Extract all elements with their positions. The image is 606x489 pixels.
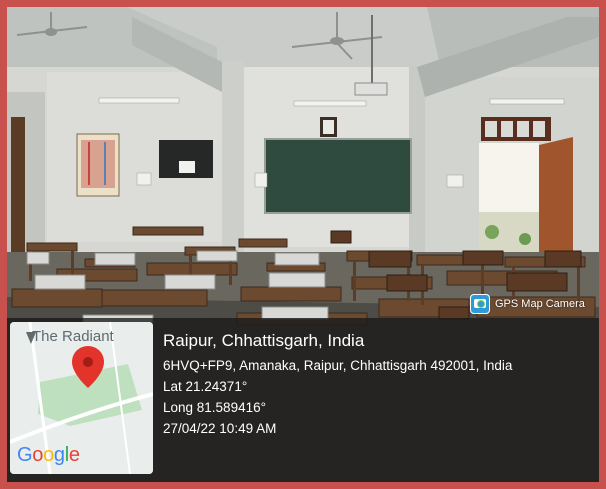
gps-map-camera-badge: GPS Map Camera bbox=[470, 294, 585, 314]
location-timestamp: 27/04/22 10:49 AM bbox=[163, 421, 277, 436]
map-place-label: The Radiant bbox=[32, 328, 114, 345]
location-address: 6HVQ+FP9, Amanaka, Raipur, Chhattisgarh … bbox=[163, 358, 513, 373]
location-city: Raipur, Chhattisgarh, India bbox=[163, 331, 365, 350]
location-info: Raipur, Chhattisgarh, India 6HVQ+FP9, Am… bbox=[163, 329, 512, 439]
google-logo: Google bbox=[17, 444, 80, 466]
gps-map-camera-label: GPS Map Camera bbox=[495, 298, 585, 310]
location-latitude: Lat 21.24371° bbox=[163, 379, 248, 394]
location-longitude: Long 81.589416° bbox=[163, 400, 266, 415]
gps-map-camera-icon bbox=[470, 294, 490, 314]
photo-frame: GPS Map Camera The Radiant Google Raipur… bbox=[0, 0, 606, 489]
map-thumbnail: The Radiant Google bbox=[10, 322, 153, 474]
